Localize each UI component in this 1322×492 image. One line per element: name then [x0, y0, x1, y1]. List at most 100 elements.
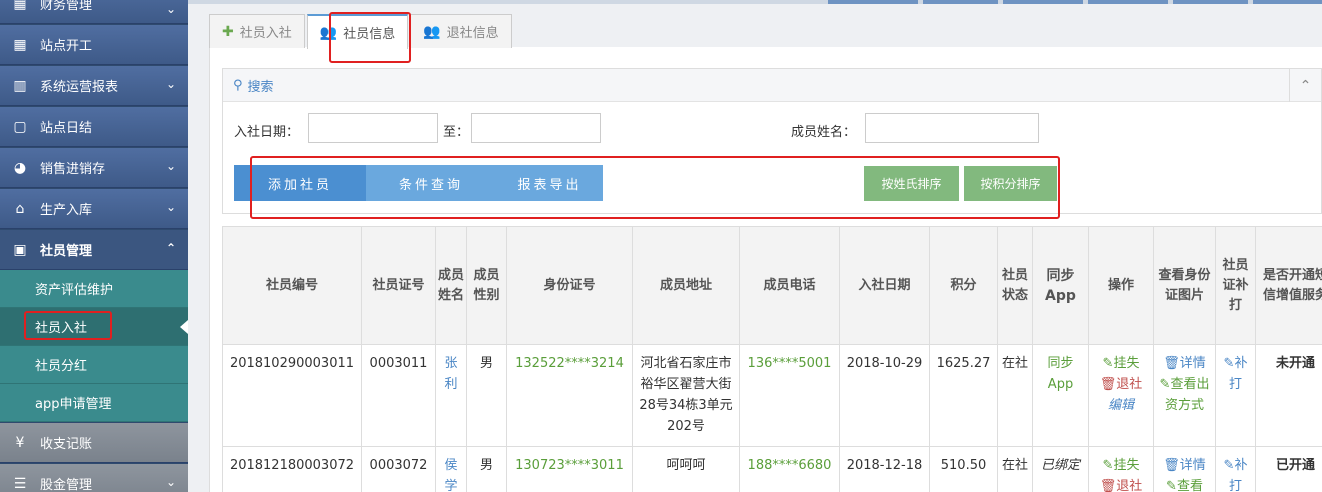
pencil-icon: ✎ [1102, 458, 1114, 473]
col-header[interactable]: 身份证号 [506, 226, 633, 345]
menu-finance[interactable]: ▦ 财务管理 ⌄ [0, 0, 188, 24]
detail-link[interactable]: 🗑详情 [1157, 353, 1212, 374]
menu-sales[interactable]: ◕ 销售进销存 ⌄ [0, 148, 188, 188]
member-name-label: 成员姓名： [791, 125, 857, 140]
plus-icon: ✚ [222, 23, 234, 40]
col-header[interactable]: 社员证号 [361, 226, 436, 345]
member-name-link[interactable]: 张利 [435, 344, 467, 447]
submenu-member-join[interactable]: 社员入社 [0, 308, 188, 346]
quit-link[interactable]: 🗑退社 [1092, 374, 1150, 395]
tab-bar: ✚ 社员入社 👥 社员信息 👥 退社信息 [209, 14, 514, 49]
menu-site-open[interactable]: ▦ 站点开工 [0, 25, 188, 65]
trash-icon: 🗑 [1163, 356, 1180, 371]
search-header[interactable]: ⚲ 搜索 ⌃ [223, 69, 1321, 102]
query-button[interactable]: 条件查询 [366, 165, 496, 201]
tab-quit-info[interactable]: 👥 退社信息 [410, 14, 512, 48]
table-icon: ▦ [13, 0, 27, 12]
menu-share-capital[interactable]: ☰ 股金管理 ⌄ [0, 464, 188, 492]
reprint-link[interactable]: ✎补打 [1215, 344, 1256, 447]
bar-chart-icon: ▥ [13, 77, 27, 94]
join-date-start-input[interactable] [308, 113, 438, 143]
col-header[interactable]: 成员姓名 [435, 226, 467, 345]
pencil-icon: ✎ [1159, 377, 1171, 392]
export-button[interactable]: 报表导出 [496, 165, 603, 201]
member-id: 201810290003011 [222, 344, 362, 447]
pencil-icon: ✎ [1223, 356, 1235, 371]
selected-arrow-icon [180, 320, 188, 334]
table-row: 201810290003011 0003011 张利 男 132522****3… [222, 344, 1322, 447]
report-loss-link[interactable]: ✎挂失 [1092, 353, 1150, 374]
operations-cell: ✎挂失 🗑退社 [1088, 446, 1154, 492]
reprint-link[interactable]: ✎补打 [1215, 446, 1256, 492]
col-header[interactable]: 成员性别 [466, 226, 507, 345]
view-id-cell: 🗑详情 ✎查看 [1153, 446, 1216, 492]
col-header[interactable]: 同步App [1032, 226, 1089, 345]
member-id: 201812180003072 [222, 446, 362, 492]
col-header[interactable]: 社员状态 [997, 226, 1033, 345]
chevron-up-icon: ⌃ [165, 241, 176, 255]
col-header[interactable]: 入社日期 [839, 226, 930, 345]
member-idno: 130723****3011 [506, 446, 633, 492]
submenu-label: 资产评估维护 [35, 283, 114, 298]
col-header[interactable]: 成员地址 [632, 226, 740, 345]
member-name-input[interactable] [865, 113, 1039, 143]
sidebar: ▦ 财务管理 ⌄ ▦ 站点开工 ▥ 系统运营报表 ⌄ ▢ 站点日结 ◕ 销售进销… [0, 0, 188, 492]
member-name-link[interactable]: 侯学 [435, 446, 467, 492]
quit-link[interactable]: 🗑退社 [1092, 476, 1150, 492]
detail-link[interactable]: 🗑详情 [1157, 455, 1212, 476]
col-header[interactable]: 成员电话 [739, 226, 840, 345]
menu-ops-report[interactable]: ▥ 系统运营报表 ⌄ [0, 66, 188, 106]
search-title: 搜索 [247, 79, 274, 95]
add-member-button[interactable]: 添加社员 [234, 165, 366, 201]
member-points: 510.50 [929, 446, 998, 492]
menu-label: 收支记账 [40, 437, 93, 452]
member-table: 社员编号 社员证号 成员姓名 成员性别 身份证号 成员地址 成员电话 入社日期 … [222, 226, 1322, 492]
col-header[interactable]: 社员编号 [222, 226, 362, 345]
join-date-end-input[interactable] [471, 113, 601, 143]
col-header[interactable]: 操作 [1088, 226, 1154, 345]
tab-member-info[interactable]: 👥 社员信息 [306, 14, 409, 49]
submenu-label: app申请管理 [35, 397, 112, 412]
operations-cell: ✎挂失 🗑退社 编辑 [1088, 344, 1154, 447]
menu-income-expense[interactable]: ¥ 收支记账 [0, 423, 188, 463]
tab-member-join[interactable]: ✚ 社员入社 [209, 14, 305, 48]
chevron-up-icon[interactable]: ⌃ [1289, 69, 1321, 102]
chevron-down-icon: ⌄ [165, 2, 176, 16]
join-date-label: 入社日期： [234, 125, 300, 140]
bank-icon: ⌂ [15, 200, 25, 217]
col-header[interactable]: 查看身份证图片 [1153, 226, 1216, 345]
search-icon: ⚲ [233, 77, 243, 93]
submenu-dividend[interactable]: 社员分红 [0, 346, 188, 384]
member-address: 河北省石家庄市裕华区翟营大街28号34栋3单元202号 [632, 344, 740, 447]
tab-label: 社员入社 [239, 26, 292, 41]
calendar-icon: ▢ [13, 118, 27, 135]
col-header[interactable]: 积分 [929, 226, 998, 345]
submenu-app-apply[interactable]: app申请管理 [0, 384, 188, 422]
col-header[interactable]: 社员证补打 [1215, 226, 1256, 345]
image-icon: ▣ [13, 241, 27, 258]
chevron-down-icon: ⌄ [165, 77, 176, 91]
sort-by-name-button[interactable]: 按姓氏排序 [864, 166, 959, 201]
view-contribution-link[interactable]: ✎查看出资方式 [1157, 374, 1212, 416]
submenu-asset-eval[interactable]: 资产评估维护 [0, 270, 188, 308]
view-contribution-link[interactable]: ✎查看 [1157, 476, 1212, 492]
menu-label: 系统运营报表 [40, 80, 119, 95]
menu-member-management[interactable]: ▣ 社员管理 ⌃ [0, 230, 188, 270]
member-points: 1625.27 [929, 344, 998, 447]
member-status: 在社 [997, 446, 1033, 492]
trash-icon: 🗑 [1099, 479, 1117, 492]
member-gender: 男 [466, 344, 507, 447]
sort-by-points-button[interactable]: 按积分排序 [964, 166, 1057, 201]
sms-status: 已开通 [1255, 446, 1322, 492]
menu-production[interactable]: ⌂ 生产入库 ⌄ [0, 189, 188, 229]
member-idno: 132522****3214 [506, 344, 633, 447]
menu-daily-close[interactable]: ▢ 站点日结 [0, 107, 188, 147]
menu-label: 股金管理 [40, 478, 93, 492]
users-icon: 👥 [319, 24, 338, 41]
edit-link[interactable]: 编辑 [1092, 395, 1150, 416]
database-icon: ☰ [13, 475, 27, 492]
member-phone: 188****6680 [739, 446, 840, 492]
sync-app-link[interactable]: 同步App [1032, 344, 1089, 447]
col-header[interactable]: 是否开通短信增值服务 [1255, 226, 1322, 345]
report-loss-link[interactable]: ✎挂失 [1092, 455, 1150, 476]
